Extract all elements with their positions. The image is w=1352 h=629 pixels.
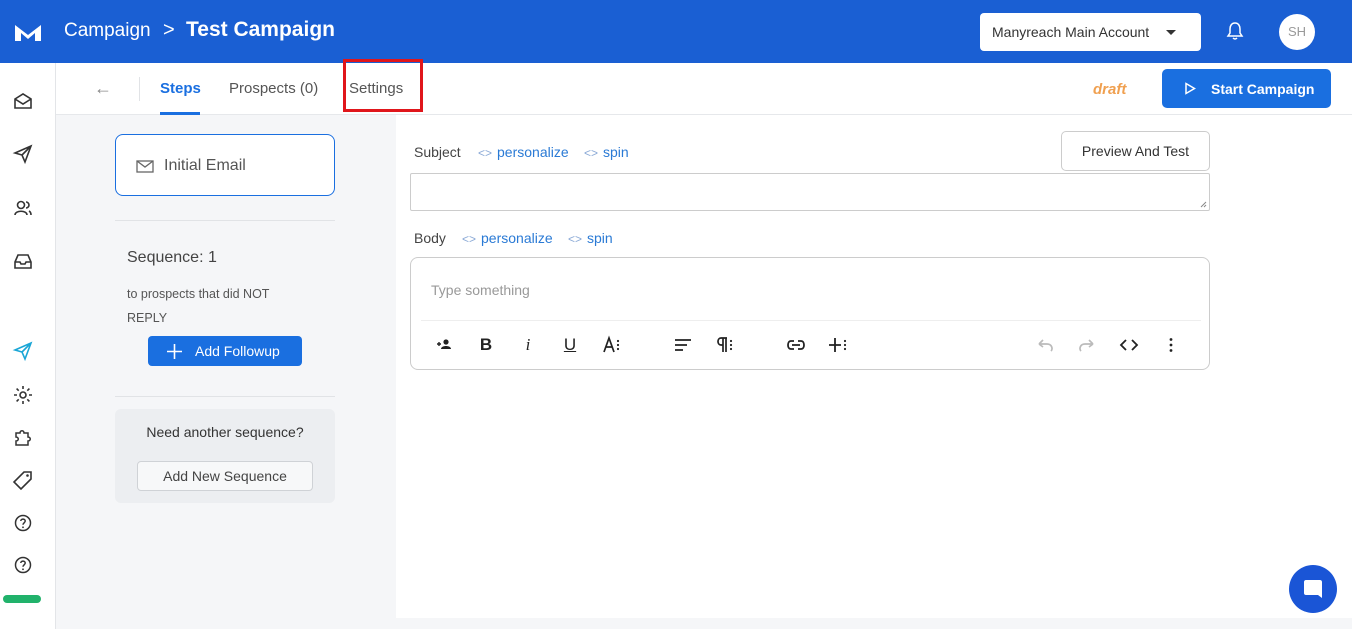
subject-personalize-link[interactable]: <> personalize xyxy=(478,144,569,160)
sidebar xyxy=(0,63,56,629)
caret-down-icon xyxy=(1166,30,1176,35)
tab-prospects[interactable]: Prospects (0) xyxy=(229,80,318,97)
account-select-value: Manyreach Main Account xyxy=(992,24,1150,40)
code-brackets-icon: <> xyxy=(584,146,599,160)
chat-support-button[interactable] xyxy=(1289,565,1337,613)
add-new-sequence-button[interactable]: Add New Sequence xyxy=(137,461,313,491)
paragraph-icon[interactable] xyxy=(715,335,735,355)
play-icon xyxy=(1185,82,1196,95)
mail-icon[interactable] xyxy=(12,90,34,112)
support-icon[interactable] xyxy=(12,554,34,576)
breadcrumb-campaign[interactable]: Campaign xyxy=(64,20,151,42)
breadcrumb-separator: > xyxy=(163,19,175,41)
gear-icon[interactable] xyxy=(12,384,34,406)
body-input[interactable]: Type something xyxy=(431,282,530,298)
divider xyxy=(115,220,335,221)
personalize-label: personalize xyxy=(481,230,553,246)
body-label: Body xyxy=(414,230,446,246)
envelope-icon xyxy=(136,160,154,173)
link-icon[interactable] xyxy=(786,335,806,355)
add-followup-button[interactable]: Add Followup xyxy=(148,336,302,366)
inbox-icon[interactable] xyxy=(12,250,34,272)
body-personalize-link[interactable]: <> personalize xyxy=(462,230,553,246)
tag-icon[interactable] xyxy=(12,469,34,491)
chat-icon xyxy=(1304,580,1322,598)
start-campaign-label: Start Campaign xyxy=(1211,81,1315,97)
account-select[interactable]: Manyreach Main Account xyxy=(980,13,1201,51)
spin-label: spin xyxy=(587,230,613,246)
add-followup-label: Add Followup xyxy=(195,343,280,359)
subject-spin-link[interactable]: <> spin xyxy=(584,144,629,160)
manyreach-logo[interactable] xyxy=(13,21,43,43)
help-icon[interactable] xyxy=(12,512,34,534)
insert-icon[interactable] xyxy=(828,335,848,355)
users-icon[interactable] xyxy=(12,197,34,219)
user-plus-icon[interactable] xyxy=(435,335,455,355)
sequence-description: to prospects that did NOT REPLY xyxy=(127,287,270,325)
need-sequence-text: Need another sequence? xyxy=(146,424,304,440)
campaign-send-icon[interactable] xyxy=(12,340,34,362)
sequence-title: Sequence: 1 xyxy=(127,249,217,266)
personalize-label: personalize xyxy=(497,144,569,160)
divider xyxy=(115,396,335,397)
subject-label: Subject xyxy=(414,144,461,160)
divider xyxy=(139,77,140,101)
body-editor[interactable]: Type something B i U xyxy=(410,257,1210,370)
initial-email-label: Initial Email xyxy=(164,157,246,174)
new-sequence-box: Need another sequence? Add New Sequence xyxy=(115,409,335,503)
start-campaign-button[interactable]: Start Campaign xyxy=(1162,69,1331,108)
code-brackets-icon: <> xyxy=(478,146,493,160)
underline-icon[interactable]: U xyxy=(560,335,580,355)
spin-label: spin xyxy=(603,144,629,160)
code-icon[interactable] xyxy=(1119,335,1139,355)
redo-icon[interactable] xyxy=(1077,335,1097,355)
undo-icon[interactable] xyxy=(1035,335,1055,355)
code-brackets-icon: <> xyxy=(568,232,583,246)
more-icon[interactable] xyxy=(1161,335,1181,355)
code-brackets-icon: <> xyxy=(462,232,477,246)
page-title: Test Campaign xyxy=(186,18,335,41)
send-icon[interactable] xyxy=(12,143,34,165)
subject-input[interactable] xyxy=(410,173,1210,211)
campaign-tabs-bar: ← Steps Prospects (0) Settings draft Sta… xyxy=(56,59,1352,115)
font-size-icon[interactable] xyxy=(602,335,622,355)
plus-icon xyxy=(167,344,182,359)
resize-grip-icon[interactable] xyxy=(1200,201,1207,208)
usage-progress-bar xyxy=(3,595,41,603)
preview-and-test-button[interactable]: Preview And Test xyxy=(1061,131,1210,171)
italic-icon[interactable]: i xyxy=(518,335,538,355)
initial-email-step[interactable]: Initial Email xyxy=(115,134,335,196)
body-spin-link[interactable]: <> spin xyxy=(568,230,613,246)
status-badge: draft xyxy=(1093,81,1127,98)
puzzle-icon[interactable] xyxy=(12,426,34,448)
divider xyxy=(421,320,1201,321)
email-editor: Subject <> personalize <> spin Preview And… xyxy=(396,115,1352,618)
bold-icon[interactable]: B xyxy=(476,335,496,355)
tab-steps[interactable]: Steps xyxy=(160,80,201,97)
top-bar: Campaign > Test Campaign Manyreach Main … xyxy=(0,0,1352,63)
steps-panel: Initial Email Sequence: 1 to prospects t… xyxy=(56,115,396,629)
back-arrow-icon[interactable]: ← xyxy=(94,78,112,99)
align-icon[interactable] xyxy=(673,335,693,355)
settings-highlight-box xyxy=(343,59,423,112)
bell-icon[interactable] xyxy=(1226,21,1244,41)
avatar[interactable]: SH xyxy=(1279,14,1315,50)
